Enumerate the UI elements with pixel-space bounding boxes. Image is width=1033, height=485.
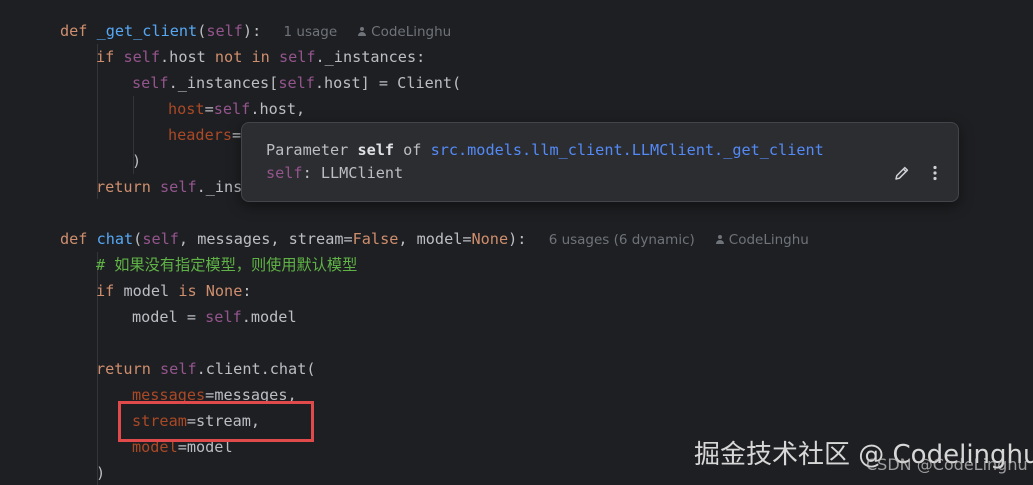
- code-text: , messages, stream=: [178, 230, 353, 248]
- code-line-comment[interactable]: # 如果没有指定模型，则使用默认模型: [96, 252, 357, 278]
- usage-hint[interactable]: 6 usages (6 dynamic): [545, 232, 695, 248]
- named-arg: headers: [168, 126, 233, 144]
- code-text: model =: [132, 308, 206, 326]
- code-line[interactable]: return self._ins: [96, 174, 242, 200]
- code-text: .host,: [250, 100, 306, 118]
- keyword: False: [352, 230, 399, 248]
- popup-type: self: LLMClient: [266, 164, 403, 182]
- code-text: ._instances[: [168, 74, 279, 92]
- code-line[interactable]: host=self.host,: [168, 96, 305, 122]
- self-ref: self: [278, 74, 315, 92]
- paren: (: [133, 230, 143, 248]
- code-text: ._ins: [196, 178, 243, 196]
- user-icon: [357, 27, 367, 37]
- self-ref: self: [132, 74, 169, 92]
- code-line[interactable]: ): [96, 460, 105, 485]
- popup-of: of: [394, 141, 431, 159]
- code-text: , model=: [398, 230, 472, 248]
- code-text: .host: [160, 48, 215, 66]
- keyword: if: [96, 282, 115, 300]
- self-ref: self: [160, 360, 197, 378]
- code-line-def-get-client[interactable]: def _get_client(self): 1 usage CodeLinghu: [60, 18, 451, 44]
- keyword: def: [60, 22, 88, 40]
- keyword: not in: [214, 48, 270, 66]
- code-text: model: [114, 282, 179, 300]
- self-ref: self: [123, 48, 161, 66]
- documentation-popup[interactable]: Parameter self of src.models.llm_client.…: [241, 122, 959, 202]
- self-ref: self: [213, 100, 251, 118]
- highlight-box: [118, 401, 314, 442]
- self-ref: self: [205, 308, 242, 326]
- keyword: is: [178, 282, 197, 300]
- code-line-def-chat[interactable]: def chat(self, messages, stream=False, m…: [60, 226, 809, 252]
- popup-param-name: self: [357, 141, 395, 159]
- code-editor[interactable]: def _get_client(self): 1 usage CodeLinghu…: [0, 0, 1033, 485]
- popup-type-self: self: [266, 164, 303, 182]
- code-line[interactable]: model = self.model: [132, 304, 297, 330]
- code-line[interactable]: ): [132, 148, 141, 174]
- user-icon: [715, 235, 725, 245]
- code-line[interactable]: headers=: [168, 122, 241, 148]
- keyword: None: [205, 282, 243, 300]
- code-text: :: [242, 282, 252, 300]
- more-vertical-icon[interactable]: [928, 163, 942, 183]
- author-hint[interactable]: CodeLinghu: [337, 24, 451, 40]
- keyword: def: [60, 230, 88, 248]
- pencil-icon[interactable]: [892, 163, 912, 183]
- usage-hint[interactable]: 1 usage: [280, 24, 338, 40]
- popup-prefix: Parameter: [266, 141, 358, 159]
- code-text: =: [232, 126, 242, 144]
- function-name[interactable]: chat: [97, 230, 134, 248]
- self-param: self: [142, 230, 179, 248]
- code-text: ): [96, 464, 106, 482]
- self-param[interactable]: self: [206, 22, 243, 40]
- popup-signature: Parameter self of src.models.llm_client.…: [266, 141, 824, 159]
- code-text: .model: [241, 308, 297, 326]
- popup-qualified-link[interactable]: src.models.llm_client.LLMClient._get_cli…: [431, 141, 824, 159]
- author-name: CodeLinghu: [728, 232, 809, 248]
- code-line[interactable]: if self.host not in self._instances:: [96, 44, 425, 70]
- code-line[interactable]: self._instances[self.host] = Client(: [132, 70, 461, 96]
- self-ref: self: [278, 48, 316, 66]
- author-name: CodeLinghu: [371, 24, 452, 40]
- keyword: None: [471, 230, 509, 248]
- code-text: .client.chat(: [196, 360, 316, 378]
- watermark-csdn: CSDN @CodeLinghu: [866, 455, 1028, 474]
- paren: (: [197, 22, 207, 40]
- paren: ):: [242, 22, 262, 40]
- popup-type-rest: : LLMClient: [302, 164, 404, 182]
- code-text: ): [132, 152, 142, 170]
- keyword: return: [96, 360, 151, 378]
- code-line[interactable]: return self.client.chat(: [96, 356, 315, 382]
- named-arg: host: [168, 100, 205, 118]
- code-text: ._instances:: [315, 48, 426, 66]
- keyword: if: [96, 48, 115, 66]
- comment: # 如果没有指定模型，则使用默认模型: [96, 256, 358, 274]
- code-text: =: [204, 100, 214, 118]
- author-hint[interactable]: CodeLinghu: [695, 232, 809, 248]
- paren: ):: [508, 230, 527, 248]
- keyword: return: [96, 178, 151, 196]
- code-line[interactable]: if model is None:: [96, 278, 252, 304]
- code-text: .host] = Client(: [314, 74, 462, 92]
- self-ref: self: [160, 178, 197, 196]
- function-name[interactable]: _get_client: [97, 22, 198, 40]
